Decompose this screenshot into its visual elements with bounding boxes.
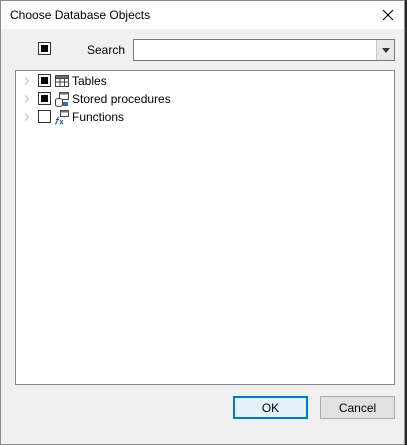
expand-arrow-icon[interactable] — [25, 95, 29, 103]
choose-database-objects-dialog: Choose Database Objects Search Tables St… — [0, 0, 405, 445]
title-bar[interactable]: Choose Database Objects — [1, 1, 404, 29]
tree-item-label: Functions — [72, 110, 125, 124]
close-icon — [382, 9, 394, 21]
tree-item-label: Tables — [72, 74, 107, 88]
tree-item-stored-procedures[interactable]: Stored procedures — [16, 90, 394, 108]
select-all-checkbox[interactable] — [38, 42, 51, 55]
expand-arrow-icon[interactable] — [25, 113, 29, 121]
search-combobox[interactable] — [133, 39, 395, 61]
expand-arrow-icon[interactable] — [25, 77, 29, 85]
tree-item-tables[interactable]: Tables — [16, 72, 394, 90]
cancel-button[interactable]: Cancel — [320, 396, 395, 419]
function-icon — [54, 110, 69, 125]
dialog-title: Choose Database Objects — [10, 8, 151, 22]
search-dropdown-button[interactable] — [376, 40, 394, 60]
ok-button[interactable]: OK — [233, 396, 308, 419]
tree-item-label: Stored procedures — [72, 92, 171, 106]
stored-procedures-checkbox[interactable] — [38, 92, 51, 105]
database-objects-tree[interactable]: Tables Stored procedures Functions — [15, 70, 395, 385]
functions-checkbox[interactable] — [38, 110, 51, 123]
search-input[interactable] — [136, 41, 376, 59]
search-label: Search — [87, 43, 126, 57]
chevron-down-icon — [381, 47, 390, 53]
tables-checkbox[interactable] — [38, 74, 51, 87]
close-button[interactable] — [372, 1, 404, 29]
stored-procedure-icon — [55, 92, 69, 107]
table-icon — [55, 75, 69, 87]
tree-item-functions[interactable]: Functions — [16, 108, 394, 126]
